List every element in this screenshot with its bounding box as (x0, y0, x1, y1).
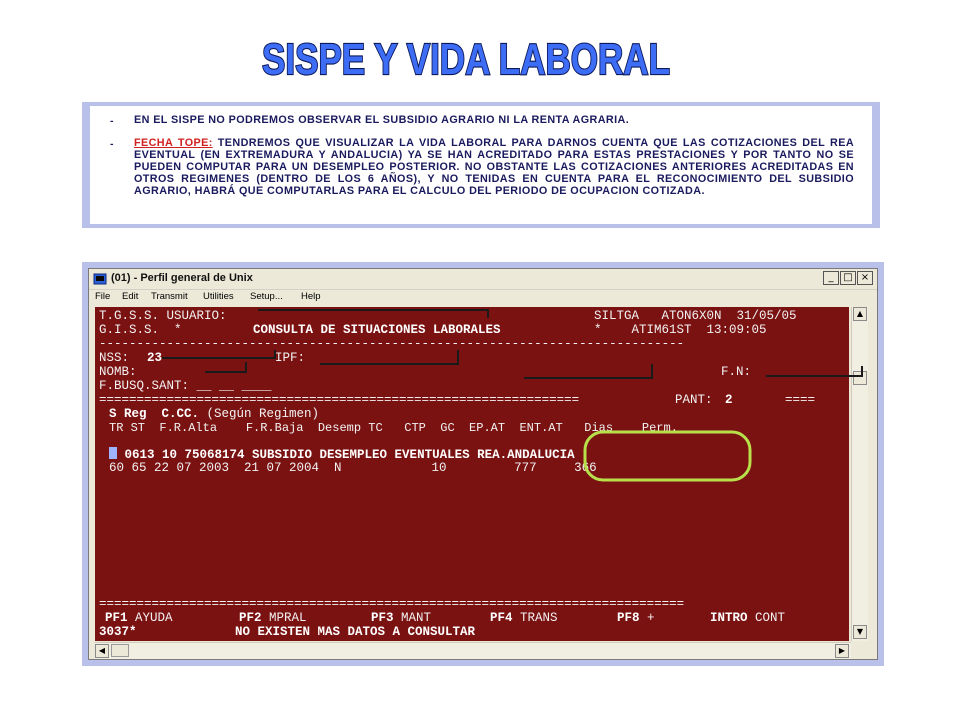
pant-value: 2 (725, 393, 733, 407)
scroll-thumb[interactable] (853, 371, 867, 385)
pant-label: PANT: (675, 393, 713, 407)
fecha-tope-label: FECHA TOPE: (134, 137, 213, 149)
terminal-giss-label: G.I.S.S. * (99, 323, 182, 337)
menu-file[interactable]: File (95, 291, 110, 302)
maximize-button[interactable]: □ (840, 271, 856, 285)
pf3-key[interactable]: PF3 MANT (371, 611, 431, 625)
pf4-key[interactable]: PF4 TRANS (490, 611, 558, 625)
terminal-time-info: * ATIM61ST 13:09:05 (594, 323, 767, 337)
column-header-1: S Reg C.CC. (Según Regimen) (109, 407, 320, 421)
pf1-key[interactable]: PF1 AYUDA (105, 611, 173, 625)
fbusq-field[interactable]: F.BUSQ.SANT: __ __ ____ (99, 379, 272, 393)
status-message: NO EXISTEN MAS DATOS A CONSULTAR (235, 625, 476, 639)
vertical-scrollbar[interactable]: ▲ ▼ (851, 307, 868, 641)
ipf-label: IPF: (275, 351, 306, 365)
bullet-text-2: FECHA TOPE: TENDREMOS QUE VISUALIZAR LA … (134, 137, 855, 197)
terminal-bottom-divider: ========================================… (99, 597, 685, 611)
menu-utilities[interactable]: Utilities (203, 291, 234, 302)
fn-label: F.N: (721, 365, 752, 379)
terminal-user-line: T.G.S.S. USUARIO: (99, 309, 227, 323)
bullet-text-1: EN EL SISPE NO PODREMOS OBSERVAR EL SUBS… (134, 114, 630, 126)
slide-title: SISPE Y VIDA LABORAL (261, 30, 682, 86)
scroll-right-icon[interactable]: ▶ (835, 644, 849, 658)
close-button[interactable]: × (857, 271, 873, 285)
column-header-2: TR ST F.R.Alta F.R.Baja Desemp TC CTP GC… (109, 421, 678, 435)
horizontal-scroll-thumb[interactable] (111, 644, 129, 657)
nss-label: NSS: (99, 351, 130, 365)
bullet-marker: - (110, 115, 114, 127)
scroll-up-icon[interactable]: ▲ (853, 307, 867, 321)
pf8-key[interactable]: PF8 + (617, 611, 655, 625)
terminal-screen[interactable]: T.G.S.S. USUARIO: SILTGA ATON6X0N 31/05/… (95, 307, 849, 641)
info-box: - EN EL SISPE NO PODREMOS OBSERVAR EL SU… (82, 102, 880, 228)
terminal-rule-end: ==== (785, 393, 816, 407)
app-icon (93, 273, 107, 285)
menu-help[interactable]: Help (301, 291, 321, 302)
terminal-divider: ----------------------------------------… (99, 337, 685, 351)
horizontal-scrollbar[interactable]: ◀ ▶ (95, 642, 851, 659)
record-row-1[interactable]: 0613 10 75068174 SUBSIDIO DESEMPLEO EVEN… (109, 447, 575, 462)
intro-key[interactable]: INTRO CONT (710, 611, 785, 625)
scroll-down-icon[interactable]: ▼ (853, 625, 867, 639)
terminal-rule: ========================================… (99, 393, 580, 407)
menu-transmit[interactable]: Transmit (151, 291, 188, 302)
maximize-icon: □ (843, 272, 853, 283)
terminal-screen-title: CONSULTA DE SITUACIONES LABORALES (253, 323, 501, 337)
minimize-icon: _ (828, 272, 834, 283)
menu-edit[interactable]: Edit (122, 291, 138, 302)
nss-value[interactable]: 23 (147, 351, 162, 365)
terminal-session-info: SILTGA ATON6X0N 31/05/05 (594, 309, 797, 323)
terminal-cursor (109, 447, 117, 459)
info-box-content: - EN EL SISPE NO PODREMOS OBSERVAR EL SU… (90, 106, 872, 224)
close-icon: × (860, 272, 870, 283)
pf2-key[interactable]: PF2 MPRAL (239, 611, 307, 625)
record-row-2[interactable]: 60 65 22 07 2003 21 07 2004 N 10 777 366 (109, 461, 597, 475)
bullet-marker: - (110, 138, 114, 150)
menu-setup[interactable]: Setup... (250, 291, 283, 302)
slide-title-text: SISPE Y VIDA LABORAL (262, 35, 670, 84)
title-bar[interactable]: (01) - Perfil general de Unix _ □ × (89, 269, 877, 290)
scroll-left-icon[interactable]: ◀ (95, 644, 109, 658)
menu-bar: File Edit Transmit Utilities Setup... He… (89, 289, 877, 305)
nomb-label: NOMB: (99, 365, 137, 379)
terminal-window: (01) - Perfil general de Unix _ □ × File… (88, 268, 878, 660)
window-title: (01) - Perfil general de Unix (111, 272, 253, 284)
status-code: 3037* (99, 625, 137, 639)
minimize-button[interactable]: _ (823, 271, 839, 285)
